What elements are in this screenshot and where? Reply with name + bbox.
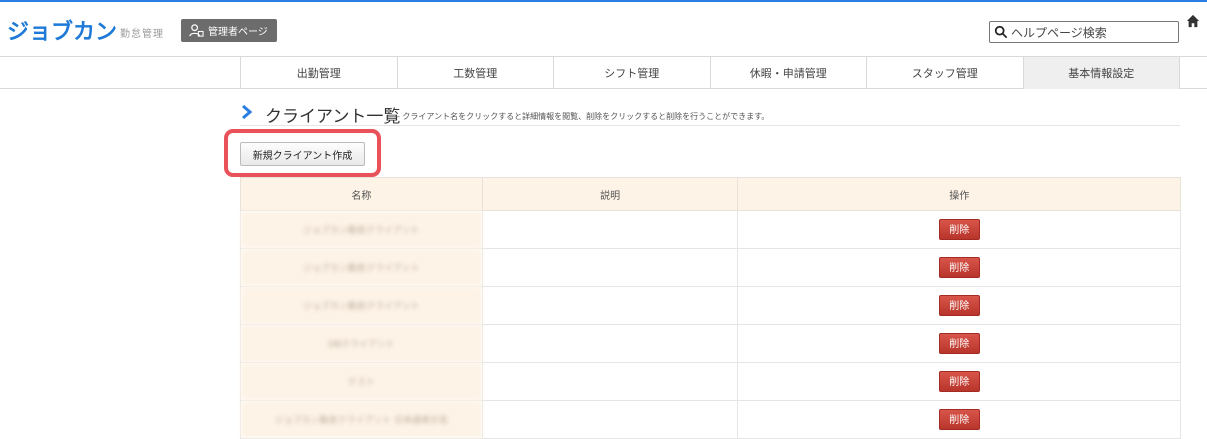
main-nav: 出勤管理 工数管理 シフト管理 休暇・申請管理 スタッフ管理 基本情報設定 [0, 56, 1207, 89]
nav-item-basic-settings[interactable]: 基本情報設定 [1022, 57, 1180, 89]
nav-item-staff[interactable]: スタッフ管理 [866, 57, 1023, 89]
home-icon[interactable] [1186, 14, 1200, 28]
table-row: ジョブカン勤怠クライアント 削除 [240, 210, 1181, 249]
app-subtitle: 勤怠管理 [120, 29, 164, 40]
client-description [481, 400, 739, 439]
client-table: 名称 説明 操作 ジョブカン勤怠クライアント 削除 ジョブカン勤怠クライアント … [240, 177, 1181, 439]
nav-item-attendance[interactable]: 出勤管理 [240, 57, 397, 89]
actions-cell: 削除 [737, 400, 1181, 439]
nav-item-manhours[interactable]: 工数管理 [396, 57, 554, 89]
column-header-actions: 操作 [737, 177, 1181, 211]
table-row: ジョブカン勤怠クライアント 削除 [240, 286, 1181, 325]
actions-cell: 削除 [737, 210, 1181, 249]
table-row: ジョブカン勤怠クライアント 日本語表示名 削除 [240, 400, 1181, 439]
client-description [481, 286, 739, 325]
admin-page-label: 管理者ページ [208, 27, 268, 38]
client-name-link[interactable]: テスト [240, 362, 483, 401]
nav-item-leave-requests[interactable]: 休暇・申請管理 [709, 57, 867, 89]
table-row: テスト 削除 [240, 362, 1181, 401]
help-search-input[interactable]: ヘルプページ検索 [989, 21, 1179, 43]
column-header-name: 名称 [240, 177, 483, 211]
client-name-link[interactable]: ジョブカン勤怠クライアント [240, 248, 483, 287]
table-header-row: 名称 説明 操作 [240, 177, 1181, 211]
client-description [481, 248, 739, 287]
delete-button[interactable]: 削除 [938, 257, 980, 278]
actions-cell: 削除 [737, 286, 1181, 325]
chevron-right-icon [242, 105, 253, 119]
client-name-link[interactable]: ジョブカン勤怠クライアント [240, 286, 483, 325]
delete-button[interactable]: 削除 [938, 409, 980, 430]
table-row: DBクライアント 削除 [240, 324, 1181, 363]
page-title: クライアント一覧 [265, 107, 401, 127]
client-name-link[interactable]: ジョブカン勤怠クライアント [240, 210, 483, 249]
page-header: クライアント一覧 - クライアント名をクリックすると詳細情報を閲覧、削除をクリッ… [240, 102, 1180, 127]
client-description [481, 210, 739, 249]
nav-item-shift[interactable]: シフト管理 [553, 57, 710, 89]
client-description [481, 324, 739, 363]
actions-cell: 削除 [737, 324, 1181, 363]
header: ジョブカン 勤怠管理 管理者ページ ヘルプページ検索 [0, 2, 1207, 56]
actions-cell: 削除 [737, 248, 1181, 287]
column-header-description: 説明 [481, 177, 739, 211]
new-client-button[interactable]: 新規クライアント作成 [240, 142, 365, 166]
page-description: - クライアント名をクリックすると詳細情報を閲覧、削除をクリックすると削除を行う… [397, 112, 770, 121]
help-search-placeholder: ヘルプページ検索 [1011, 25, 1107, 40]
table-row: ジョブカン勤怠クライアント 削除 [240, 248, 1181, 287]
actions-cell: 削除 [737, 362, 1181, 401]
client-name-link[interactable]: DBクライアント [240, 324, 483, 363]
delete-button[interactable]: 削除 [938, 219, 980, 240]
search-icon [994, 25, 1008, 39]
delete-button[interactable]: 削除 [938, 371, 980, 392]
admin-page-button[interactable]: 管理者ページ [181, 19, 277, 42]
user-lock-icon [189, 24, 204, 37]
app-logo[interactable]: ジョブカン [7, 14, 117, 46]
client-description [481, 362, 739, 401]
delete-button[interactable]: 削除 [938, 295, 980, 316]
client-name-link[interactable]: ジョブカン勤怠クライアント 日本語表示名 [240, 400, 483, 439]
delete-button[interactable]: 削除 [938, 333, 980, 354]
